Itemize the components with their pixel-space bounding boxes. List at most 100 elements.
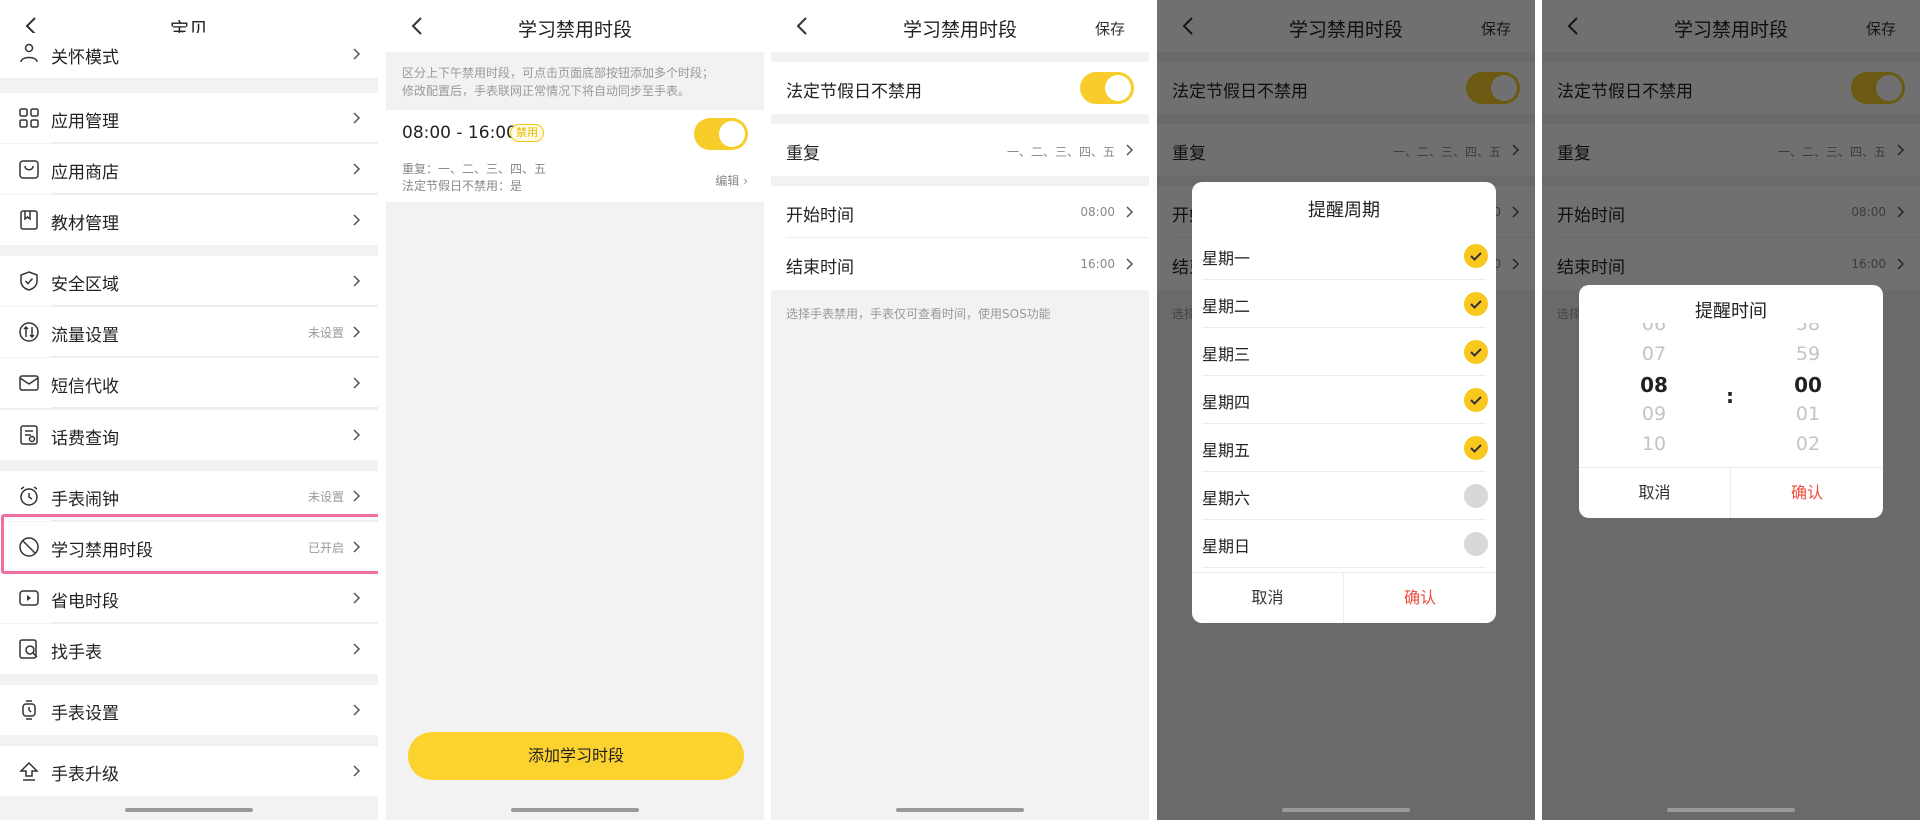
day-option[interactable]: 星期一: [1192, 232, 1496, 280]
edit-link[interactable]: 编辑 ›: [715, 172, 748, 189]
day-option[interactable]: 星期二: [1192, 280, 1496, 328]
save-button[interactable]: 保存: [1095, 18, 1125, 39]
navbar: 学习禁用时段 保存: [771, 0, 1149, 52]
row-value: 未设置: [307, 326, 344, 340]
picker-item[interactable]: 58: [1778, 323, 1838, 335]
row-label: 话费查询: [51, 429, 119, 449]
screen-period-settings: 学习禁用时段 保存法定节假日不禁用重复 一、二、三、四、五 开始时间 08:00 结束时间…: [771, 0, 1149, 820]
day-label: 星期六: [1202, 489, 1251, 508]
dialog-buttons: 取消 确认: [1579, 467, 1883, 518]
period-card[interactable]: 08:00 - 16:00 禁用 重复：一、二、三、四、五 法定节假日不禁用：是…: [386, 110, 764, 202]
confirm-button[interactable]: 确认: [1731, 468, 1883, 518]
minute-picker[interactable]: 58 59 00 01 02: [1778, 323, 1838, 453]
day-option[interactable]: 星期日: [1192, 520, 1496, 568]
day-label: 星期四: [1202, 393, 1251, 412]
hour-picker[interactable]: 06 07 08 09 10: [1624, 323, 1684, 453]
data-usage-icon: [19, 322, 39, 342]
row-label: 法定节假日不禁用: [786, 82, 922, 102]
day-option[interactable]: 星期五: [1192, 424, 1496, 472]
picker-item[interactable]: 07: [1624, 343, 1684, 365]
chevron-right-icon: [353, 377, 361, 389]
holiday-row[interactable]: 法定节假日不禁用: [771, 62, 1149, 114]
picker-item[interactable]: 08: [1624, 373, 1684, 397]
row-label: 省电时段: [51, 592, 119, 612]
day-label: 星期一: [1202, 249, 1251, 268]
shield-icon: [20, 271, 38, 291]
app-store-icon: [19, 160, 39, 179]
menu-row[interactable]: 应用管理: [0, 93, 378, 143]
footnote: 选择手表禁用，手表仅可查看时间，使用SOS功能: [786, 307, 1051, 321]
dialog-title: 提醒周期: [1308, 200, 1380, 221]
unchecked-circle-icon[interactable]: [1464, 484, 1488, 508]
holiday-toggle[interactable]: [1080, 72, 1134, 104]
picker-item[interactable]: 59: [1778, 343, 1838, 365]
page-title: 学习禁用时段: [902, 19, 1017, 41]
checkmark-icon[interactable]: [1464, 388, 1488, 412]
menu-row[interactable]: 教材管理: [0, 195, 378, 245]
chevron-right-icon: [353, 704, 361, 716]
chevron-right-icon: [353, 765, 361, 777]
day-label: 星期日: [1202, 537, 1251, 556]
end-time-row[interactable]: 结束时间 16:00: [771, 238, 1149, 290]
row-value: 16:00: [1080, 257, 1115, 271]
row-label: 手表闹钟: [51, 490, 119, 510]
note-line: 修改配置后，手表联网正常情况下将自动同步至手表。: [402, 84, 691, 98]
repeat-row[interactable]: 重复 一、二、三、四、五: [771, 124, 1149, 176]
row-label: 流量设置: [51, 326, 119, 346]
menu-row[interactable]: 省电时段: [0, 573, 378, 623]
chevron-right-icon: [353, 163, 361, 175]
menu-row[interactable]: 安全区域: [0, 256, 378, 306]
watch-settings-icon: [22, 700, 36, 720]
checkmark-icon[interactable]: [1464, 244, 1488, 268]
day-option[interactable]: 星期六: [1192, 472, 1496, 520]
chevron-right-icon: [1126, 206, 1134, 218]
upgrade-icon: [19, 761, 39, 781]
picker-item[interactable]: 09: [1624, 403, 1684, 425]
day-option[interactable]: 星期三: [1192, 328, 1496, 376]
mail-icon: [19, 375, 39, 391]
picker-item[interactable]: 01: [1778, 403, 1838, 425]
period-toggle[interactable]: [694, 118, 748, 150]
menu-row[interactable]: 流量设置 未设置: [0, 307, 378, 357]
menu-row[interactable]: 短信代收: [0, 358, 378, 408]
app-grid-icon: [19, 108, 39, 128]
menu-row[interactable]: 找手表: [0, 624, 378, 674]
menu-row[interactable]: 手表升级: [0, 746, 378, 796]
divider: [51, 407, 378, 408]
picker-item[interactable]: 06: [1624, 323, 1684, 335]
picker-item[interactable]: 02: [1778, 433, 1838, 453]
bill-icon: [20, 425, 38, 445]
menu-row[interactable]: 手表设置: [0, 685, 378, 735]
home-indicator: [125, 808, 253, 812]
dialog-title: 提醒时间: [1695, 301, 1767, 322]
picker-item[interactable]: 10: [1624, 433, 1684, 453]
row-value: 未设置: [307, 490, 344, 504]
menu-row[interactable]: 话费查询: [0, 410, 378, 460]
start-time-row[interactable]: 开始时间 08:00: [771, 186, 1149, 238]
unchecked-circle-icon[interactable]: [1464, 532, 1488, 556]
checkmark-icon[interactable]: [1464, 436, 1488, 460]
picker-item[interactable]: 00: [1778, 373, 1838, 397]
row-label: 找手表: [51, 643, 102, 663]
day-option[interactable]: 星期四: [1192, 376, 1496, 424]
confirm-button[interactable]: 确认: [1344, 573, 1496, 623]
menu-row[interactable]: 关怀模式: [0, 33, 378, 78]
cancel-button[interactable]: 取消: [1192, 573, 1344, 623]
highlight-frame: [1, 514, 378, 574]
row-label: 手表升级: [51, 765, 119, 785]
checkmark-icon[interactable]: [1464, 292, 1488, 316]
day-label: 星期五: [1202, 441, 1251, 460]
period-repeat: 重复：一、二、三、四、五: [402, 162, 547, 176]
chevron-right-icon: [353, 429, 361, 441]
chevron-right-icon: [353, 490, 361, 502]
add-period-button[interactable]: 添加学习时段: [408, 732, 744, 780]
checkmark-icon[interactable]: [1464, 340, 1488, 364]
chevron-right-icon: [353, 48, 361, 60]
row-label: 手表设置: [51, 704, 119, 724]
textbook-icon: [20, 210, 38, 230]
cancel-button[interactable]: 取消: [1579, 468, 1731, 518]
menu-row[interactable]: 应用商店: [0, 144, 378, 194]
divider: [51, 305, 378, 306]
navbar: 学习禁用时段: [386, 0, 764, 52]
week-dialog: 提醒周期 星期一星期二 星期三星期四星期五星期六星期日 取消 确认: [1192, 182, 1496, 623]
